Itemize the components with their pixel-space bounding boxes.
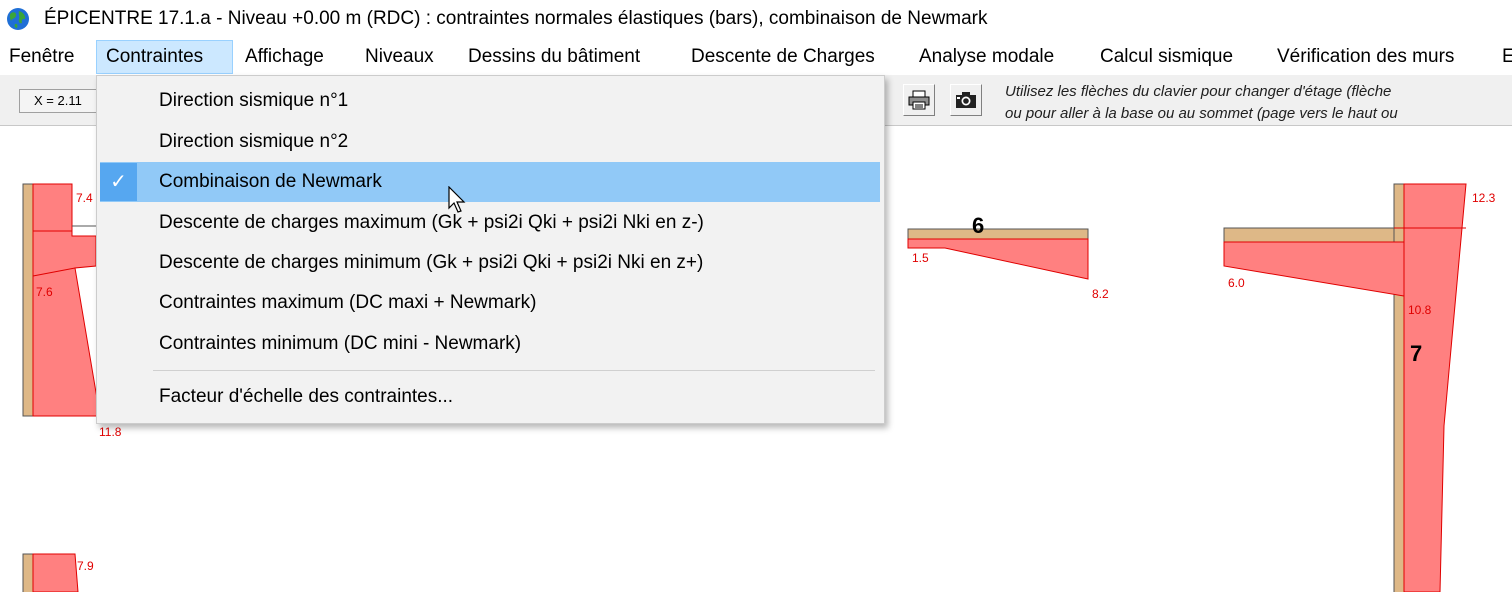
menu-item-direction-1[interactable]: Direction sismique n°1 (100, 81, 880, 121)
menu-bar: Fenêtre Contraintes Affichage Niveaux De… (0, 40, 1512, 74)
wall-left-upper (22, 183, 34, 417)
menu-verification-murs[interactable]: Vérification des murs (1268, 40, 1463, 74)
label-right-left: 6.0 (1228, 276, 1245, 290)
menu-fenetre[interactable]: Fenêtre (0, 40, 83, 74)
menu-calcul-sismique[interactable]: Calcul sismique (1091, 40, 1242, 74)
label-wall6-right: 8.2 (1092, 287, 1109, 301)
menu-overflow[interactable]: E (1493, 40, 1512, 74)
label-left-lower: 7.9 (77, 559, 94, 573)
label-right-mid: 10.8 (1408, 303, 1432, 317)
wall-6 (907, 228, 1089, 240)
wall-7-horizontal (1223, 227, 1405, 243)
stress-left-top (32, 183, 73, 232)
hint-line-1: Utilisez les flèches du clavier pour cha… (1005, 83, 1392, 100)
label-right-top: 12.3 (1472, 191, 1496, 205)
label-wall6-left: 1.5 (912, 251, 929, 265)
menu-item-newmark-label: Combinaison de Newmark (159, 171, 382, 192)
menu-item-newmark[interactable]: ✓ Combinaison de Newmark (100, 162, 880, 202)
camera-icon (956, 92, 976, 108)
label-left-bottom: 11.8 (99, 425, 122, 439)
menu-item-contraintes-min[interactable]: Contraintes minimum (DC mini - Newmark) (100, 324, 880, 364)
menu-item-dc-max[interactable]: Descente de charges maximum (Gk + psi2i … (100, 203, 880, 243)
menu-descente-charges[interactable]: Descente de Charges (682, 40, 884, 74)
menu-niveaux[interactable]: Niveaux (356, 40, 443, 74)
menu-item-dc-min[interactable]: Descente de charges minimum (Gk + psi2i … (100, 243, 880, 283)
mouse-cursor-icon (448, 186, 466, 213)
printer-icon (908, 90, 930, 110)
print-button[interactable] (903, 84, 935, 116)
check-mark-icon: ✓ (100, 163, 137, 201)
menu-affichage[interactable]: Affichage (236, 40, 333, 74)
menu-dessins-batiment[interactable]: Dessins du bâtiment (459, 40, 649, 74)
stress-left-main (32, 230, 101, 417)
wall-number-6: 6 (972, 213, 984, 238)
camera-button[interactable] (950, 84, 982, 116)
wall-left-lower (22, 553, 34, 592)
menu-separator (153, 370, 875, 371)
keyboard-hint: Utilisez les flèches du clavier pour cha… (1005, 81, 1512, 125)
globe-icon (7, 8, 29, 30)
menu-contraintes[interactable]: Contraintes (96, 40, 233, 74)
wall-number-7: 7 (1410, 341, 1422, 366)
contraintes-dropdown: Direction sismique n°1 Direction sismiqu… (96, 75, 885, 424)
menu-item-contraintes-max[interactable]: Contraintes maximum (DC maxi + Newmark) (100, 283, 880, 323)
label-left-mid: 7.6 (36, 285, 53, 299)
stress-wall-7-vertical (1403, 183, 1467, 592)
stress-wall-6 (907, 238, 1089, 280)
menu-analyse-modale[interactable]: Analyse modale (910, 40, 1063, 74)
stress-wall-7-horizontal (1223, 241, 1405, 297)
menu-item-facteur-echelle[interactable]: Facteur d'échelle des contraintes... (100, 377, 880, 417)
label-left-top: 7.4 (76, 191, 93, 205)
hint-line-2: ou pour aller à la base ou au sommet (pa… (1005, 105, 1398, 122)
coordinate-readout: X = 2.11 (19, 89, 99, 113)
title-bar: ÉPICENTRE 17.1.a - Niveau +0.00 m (RDC) … (0, 0, 1512, 38)
window-title: ÉPICENTRE 17.1.a - Niveau +0.00 m (RDC) … (44, 8, 988, 29)
stress-left-lower (32, 553, 79, 592)
menu-item-direction-2[interactable]: Direction sismique n°2 (100, 122, 880, 162)
